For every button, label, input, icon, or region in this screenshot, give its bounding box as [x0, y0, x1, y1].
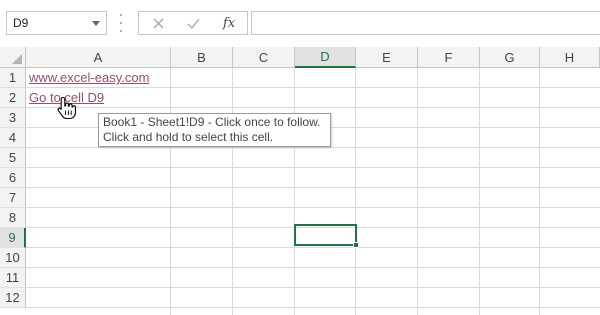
column-header-e[interactable]: E: [356, 47, 418, 68]
row-header-6[interactable]: 6: [0, 168, 26, 188]
column-header-c[interactable]: C: [233, 47, 295, 68]
row-header-10[interactable]: 10: [0, 248, 26, 268]
hyperlink-tooltip: Book1 - Sheet1!D9 - Click once to follow…: [98, 113, 331, 147]
row-header-4[interactable]: 4: [0, 128, 26, 148]
column-header-b[interactable]: B: [171, 47, 233, 68]
gridline: [26, 267, 600, 268]
formula-input[interactable]: [251, 11, 600, 35]
cancel-icon[interactable]: [148, 14, 168, 32]
cell-a1-hyperlink[interactable]: www.excel-easy.com: [29, 68, 149, 88]
gridline: [26, 167, 600, 168]
select-all-button[interactable]: [0, 47, 26, 68]
column-header-f[interactable]: F: [418, 47, 480, 68]
row-header-1[interactable]: 1: [0, 68, 26, 88]
name-box[interactable]: D9: [6, 11, 107, 35]
row-header-3[interactable]: 3: [0, 108, 26, 128]
column-header-g[interactable]: G: [480, 47, 540, 68]
gridline: [26, 207, 600, 208]
column-header-d[interactable]: D: [295, 47, 356, 68]
gridline: [26, 187, 600, 188]
row-header-7[interactable]: 7: [0, 188, 26, 208]
drag-handle-icon[interactable]: [119, 14, 122, 32]
tooltip-line-2: Click and hold to select this cell.: [103, 130, 274, 144]
spreadsheet-grid[interactable]: A B C D E F G H 1 2 3 4 5 6 7 8 9 10 11 …: [0, 47, 600, 315]
formula-bar: D9 fx: [0, 0, 600, 47]
chevron-down-icon[interactable]: [92, 21, 100, 26]
gridline: [26, 307, 600, 308]
gridline: [417, 68, 418, 315]
row-header-2[interactable]: 2: [0, 88, 26, 108]
row-header-5[interactable]: 5: [0, 148, 26, 168]
gridline: [479, 68, 480, 315]
select-all-triangle-icon: [12, 54, 22, 64]
row-header-11[interactable]: 11: [0, 268, 26, 288]
gridline: [355, 68, 356, 315]
row-header-9[interactable]: 9: [0, 228, 26, 248]
active-cell-selection[interactable]: [294, 224, 357, 246]
fill-handle[interactable]: [353, 242, 359, 248]
hand-pointer-icon: [57, 96, 76, 120]
formula-buttons: fx: [138, 11, 248, 35]
column-header-h[interactable]: H: [540, 47, 600, 68]
gridline: [170, 68, 171, 315]
insert-function-button[interactable]: fx: [219, 14, 239, 32]
gridline: [26, 247, 600, 248]
row-header-12[interactable]: 12: [0, 288, 26, 308]
gridline: [539, 68, 540, 315]
gridline: [26, 107, 600, 108]
tooltip-line-1: Book1 - Sheet1!D9 - Click once to follow…: [103, 115, 321, 129]
column-header-a[interactable]: A: [26, 47, 171, 68]
enter-check-icon[interactable]: [183, 14, 203, 32]
row-header-8[interactable]: 8: [0, 208, 26, 228]
fx-label: fx: [222, 15, 236, 31]
name-box-value: D9: [13, 16, 29, 30]
gridline: [26, 147, 600, 148]
gridline: [294, 68, 295, 315]
gridline: [26, 287, 600, 288]
gridline: [232, 68, 233, 315]
